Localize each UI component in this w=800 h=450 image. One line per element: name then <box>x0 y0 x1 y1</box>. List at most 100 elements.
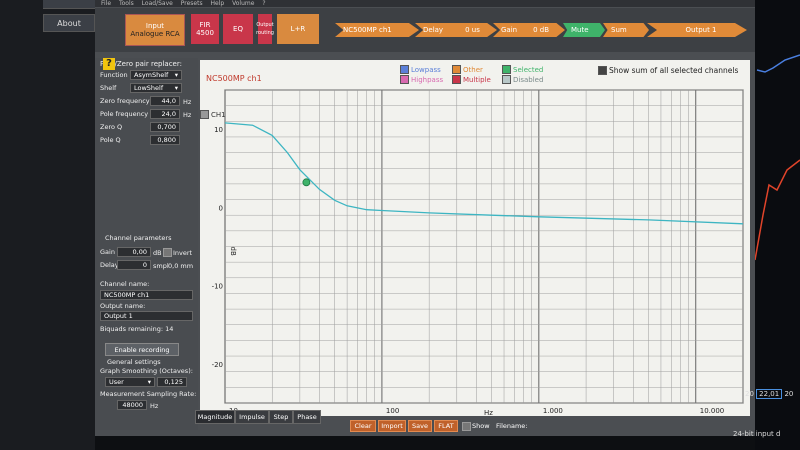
delay-unit: smpl <box>153 262 169 270</box>
fir-block[interactable]: FIR 4500 <box>191 14 219 44</box>
save-button[interactable]: Save <box>408 420 432 432</box>
filename-label: Filename: <box>496 422 528 430</box>
left-app-top-strip <box>43 0 95 9</box>
delay-input[interactable]: 0 <box>117 260 151 270</box>
output-name-input[interactable]: Output 1 <box>100 311 193 321</box>
help-icon[interactable]: ? <box>103 58 115 70</box>
shelf-value: LowShelf <box>134 84 164 92</box>
clear-button[interactable]: Clear <box>350 420 376 432</box>
zero-frequency-label: Zero frequency <box>100 97 150 105</box>
delay-arrow-value: 0 us <box>465 26 480 34</box>
smoothing-mode-select[interactable]: User ▾ <box>105 377 155 387</box>
menu-tools[interactable]: Tools <box>119 0 134 7</box>
about-button[interactable]: About <box>43 14 95 32</box>
x-tick-label: 10.000 <box>700 407 725 415</box>
y-axis-label: dB <box>229 247 237 256</box>
sum-arrow[interactable]: Sum <box>603 23 649 37</box>
invert-checkbox[interactable] <box>163 248 172 257</box>
pole-q-input[interactable]: 0,800 <box>150 135 180 145</box>
channel-parameters-title: Channel parameters <box>105 234 172 242</box>
menu-load-save[interactable]: Load/Save <box>142 0 173 7</box>
zero-frequency-input[interactable]: 44,0 <box>150 96 180 106</box>
x-tick-label: 100 <box>386 407 399 415</box>
input-label: Input <box>145 22 165 30</box>
menu-extra[interactable]: ? <box>262 0 265 7</box>
channel-name-arrow[interactable]: NC500MP ch1 <box>335 23 419 37</box>
show-checkbox[interactable] <box>462 422 471 431</box>
tab-magnitude[interactable]: Magnitude <box>195 410 235 424</box>
right-readout: 20 22,01 20 <box>745 389 794 399</box>
x-tick-label: 1.000 <box>543 407 563 415</box>
channel-name-label: Channel name: <box>100 280 150 288</box>
fir-label: FIR <box>199 21 211 29</box>
flat-button[interactable]: FLAT <box>434 420 458 432</box>
channel-name-input[interactable]: NC500MP ch1 <box>100 290 193 300</box>
right-readout-a: 20 <box>745 390 754 398</box>
sampling-rate-input[interactable]: 48000 <box>117 400 147 410</box>
pole-frequency-unit: Hz <box>183 111 192 119</box>
menu-file[interactable]: File <box>101 0 111 7</box>
output1-arrow[interactable]: Output 1 <box>647 23 747 37</box>
sampling-rate-label: Measurement Sampling Rate: <box>100 390 197 398</box>
bottom-toolbar: Clear Import Save FLAT Show Filename: <box>350 420 750 432</box>
signal-chain: Input Analogue RCA FIR 4500 EQ Output ro… <box>95 8 755 52</box>
y-tick-label: 10 <box>214 126 223 134</box>
sampling-rate-unit: Hz <box>150 402 159 410</box>
biquads-remaining: Biquads remaining: 14 <box>100 325 174 333</box>
y-tick-label: -20 <box>212 361 223 369</box>
fir-value: 4500 <box>196 29 214 37</box>
function-value: AsymShelf <box>134 71 169 79</box>
mute-arrow[interactable]: Mute <box>563 23 605 37</box>
function-select[interactable]: AsymShelf ▾ <box>130 70 182 80</box>
left-monitor-bezel <box>0 0 95 450</box>
selected-pole-zero-handle[interactable] <box>302 178 311 187</box>
chevron-down-icon: ▾ <box>174 84 178 92</box>
x-axis-label: Hz <box>484 409 493 416</box>
right-blue-trace <box>756 54 800 73</box>
right-red-trace <box>754 159 800 261</box>
shelf-select[interactable]: LowShelf ▾ <box>130 83 182 93</box>
function-label: Function <box>100 71 128 79</box>
tab-phase[interactable]: Phase <box>293 410 321 424</box>
gain-arrow[interactable]: Gain 0 dB <box>493 23 565 37</box>
right-readout-b[interactable]: 22,01 <box>756 389 783 399</box>
smoothing-mode-value: User <box>109 378 124 386</box>
right-monitor <box>754 0 800 450</box>
tab-impulse[interactable]: Impulse <box>235 410 269 424</box>
zero-frequency-unit: Hz <box>183 98 192 106</box>
graph-panel: NC500MP ch1 Lowpass Highpass Other Multi… <box>200 60 750 416</box>
shelf-label: Shelf <box>100 84 117 92</box>
y-tick-label: 0 <box>219 204 223 212</box>
lr-block[interactable]: L+R <box>277 14 319 44</box>
delay-mm: 0,0 mm <box>168 262 194 270</box>
gain-arrow-label: Gain <box>501 26 518 34</box>
import-button[interactable]: Import <box>378 420 406 432</box>
pole-frequency-input[interactable]: 24,0 <box>150 109 180 119</box>
pole-q-label: Pole Q <box>100 136 121 144</box>
invert-label: Invert <box>173 249 193 257</box>
frequency-response-chart[interactable]: 101001.00010.000100-10-20HzdB <box>200 60 750 416</box>
left-panel: Pole/Zero pair replacer: Function AsymSh… <box>95 58 198 430</box>
menu-volume[interactable]: Volume <box>232 0 254 7</box>
chevron-down-icon: ▾ <box>174 71 178 79</box>
delay-arrow-label: Delay <box>423 26 444 34</box>
tab-step[interactable]: Step <box>269 410 293 424</box>
right-monitor-plot <box>754 54 800 261</box>
right-status: 24-bit input d <box>733 430 781 438</box>
menu-presets[interactable]: Presets <box>181 0 203 7</box>
dsp-app-window: File Tools Load/Save Presets Help Volume… <box>95 0 755 436</box>
output-routing-block[interactable]: Output routing <box>256 14 274 44</box>
right-readout-c: 20 <box>784 390 794 398</box>
zero-q-label: Zero Q <box>100 123 123 131</box>
gain-input[interactable]: 0,00 <box>117 247 151 257</box>
general-settings-title: General settings <box>107 358 161 366</box>
chevron-down-icon: ▾ <box>147 378 151 386</box>
input-block[interactable]: Input Analogue RCA <box>125 14 185 46</box>
view-tabs: Magnitude Impulse Step Phase <box>195 410 335 424</box>
menu-help[interactable]: Help <box>211 0 225 7</box>
smoothing-value-input[interactable]: 0,125 <box>157 377 187 387</box>
zero-q-input[interactable]: 0,700 <box>150 122 180 132</box>
delay-arrow[interactable]: Delay 0 us <box>415 23 497 37</box>
enable-recording-button[interactable]: Enable recording <box>105 343 179 356</box>
eq-block[interactable]: EQ <box>223 14 253 44</box>
